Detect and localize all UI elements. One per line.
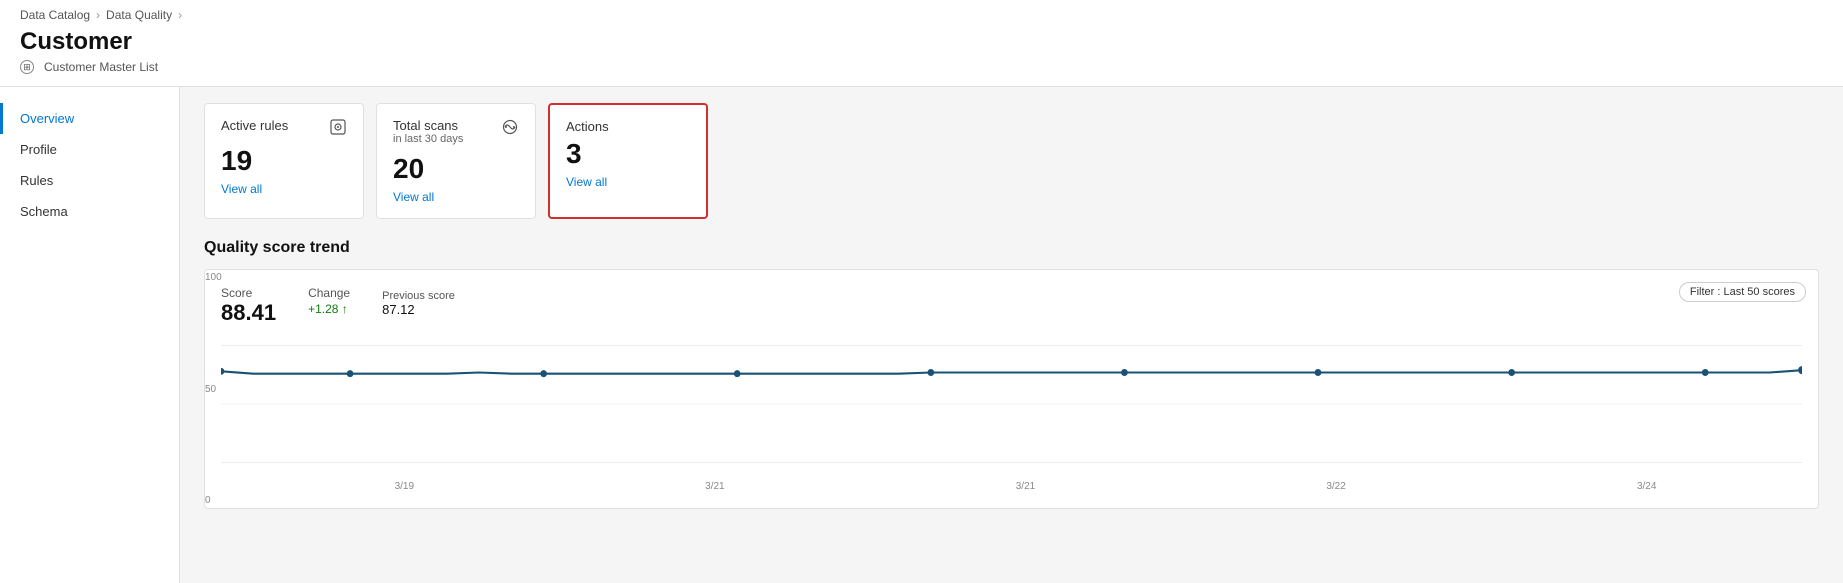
- sidebar-item-schema[interactable]: Schema: [0, 196, 179, 227]
- chart-svg-wrapper: 3/19 3/21 3/21 3/22 3/24: [221, 334, 1802, 492]
- page-wrapper: Data Catalog › Data Quality › Customer ⊞…: [0, 0, 1843, 583]
- breadcrumb-sep-1: ›: [96, 8, 100, 22]
- rules-icon: [329, 118, 347, 141]
- total-scans-title: Total scans: [393, 118, 458, 133]
- main-layout: Overview Profile Rules Schema Active rul…: [0, 87, 1843, 583]
- dp-1: [347, 370, 354, 377]
- prev-meta: Previous score 87.12: [382, 286, 455, 326]
- sidebar-item-profile[interactable]: Profile: [0, 134, 179, 165]
- chart-with-axes: 100 50 0: [221, 334, 1802, 492]
- dp-5: [1121, 369, 1128, 376]
- actions-card: Actions 3 View all: [548, 103, 708, 219]
- sidebar-item-overview[interactable]: Overview: [0, 103, 179, 134]
- actions-header: Actions: [566, 119, 690, 134]
- filter-button[interactable]: Filter : Last 50 scores: [1679, 282, 1806, 302]
- x-label-4: 3/24: [1637, 481, 1656, 492]
- breadcrumb-item-2[interactable]: Data Quality: [106, 8, 172, 22]
- y-label-100: 100: [205, 272, 222, 283]
- breadcrumb-sep-2: ›: [178, 8, 182, 22]
- scan-icon: [501, 118, 519, 141]
- change-value: +1.28 ↑: [308, 302, 350, 316]
- content-area: Active rules 19 View all: [180, 87, 1843, 583]
- total-scans-card: Total scans in last 30 days: [376, 103, 536, 219]
- change-meta: Change +1.28 ↑: [308, 286, 350, 326]
- y-axis-labels: 100 50 0: [205, 270, 222, 508]
- score-meta: Score 88.41: [221, 286, 276, 326]
- y-label-0: 0: [205, 495, 222, 506]
- x-label-3: 3/22: [1326, 481, 1345, 492]
- actions-value: 3: [566, 138, 690, 170]
- active-rules-viewall[interactable]: View all: [221, 182, 262, 196]
- trend-chart-svg: [221, 334, 1802, 474]
- top-bar: Data Catalog › Data Quality › Customer ⊞…: [0, 0, 1843, 86]
- dp-2: [540, 370, 547, 377]
- active-rules-value: 19: [221, 145, 347, 177]
- dp-3: [734, 370, 741, 377]
- cards-row: Active rules 19 View all: [204, 103, 1819, 219]
- active-rules-title: Active rules: [221, 118, 288, 133]
- dp-4: [927, 369, 934, 376]
- page-title: Customer: [20, 28, 1823, 56]
- breadcrumb: Data Catalog › Data Quality ›: [20, 8, 1823, 22]
- dp-7: [1508, 369, 1515, 376]
- breadcrumb-item-1[interactable]: Data Catalog: [20, 8, 90, 22]
- subtitle-text: Customer Master List: [44, 60, 158, 74]
- prev-score-label: Previous score: [382, 290, 455, 302]
- page-subtitle: ⊞ Customer Master List: [20, 60, 1823, 74]
- trend-line: [221, 370, 1802, 374]
- chart-section-title: Quality score trend: [204, 239, 1819, 257]
- score-value: 88.41: [221, 300, 276, 326]
- chart-container: Filter : Last 50 scores Score 88.41 Chan…: [204, 269, 1819, 509]
- x-label-1: 3/21: [705, 481, 724, 492]
- total-scans-title-block: Total scans in last 30 days: [393, 118, 463, 149]
- dp-last: [1798, 366, 1802, 374]
- dp-6: [1315, 369, 1322, 376]
- total-scans-subtitle: in last 30 days: [393, 133, 463, 145]
- dp-8: [1702, 369, 1709, 376]
- total-scans-value: 20: [393, 153, 519, 185]
- sidebar-item-rules[interactable]: Rules: [0, 165, 179, 196]
- subtitle-icon: ⊞: [20, 60, 34, 74]
- total-scans-header: Total scans in last 30 days: [393, 118, 519, 149]
- active-rules-header: Active rules: [221, 118, 347, 141]
- x-label-2: 3/21: [1016, 481, 1035, 492]
- sidebar: Overview Profile Rules Schema: [0, 87, 180, 583]
- actions-title: Actions: [566, 119, 609, 134]
- y-label-50: 50: [205, 384, 222, 395]
- score-label: Score: [221, 286, 276, 300]
- x-axis-labels: 3/19 3/21 3/21 3/22 3/24: [221, 481, 1802, 492]
- x-label-0: 3/19: [395, 481, 414, 492]
- actions-viewall[interactable]: View all: [566, 175, 607, 189]
- change-label: Change: [308, 286, 350, 300]
- total-scans-viewall[interactable]: View all: [393, 190, 434, 204]
- prev-score-value: 87.12: [382, 302, 455, 317]
- active-rules-card: Active rules 19 View all: [204, 103, 364, 219]
